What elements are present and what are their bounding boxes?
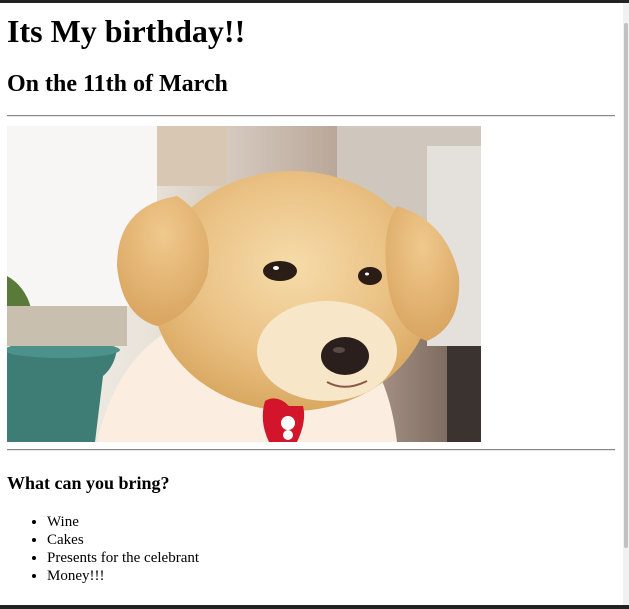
bring-list: Wine Cakes Presents for the celebrant Mo… bbox=[29, 513, 199, 585]
list-item: Wine bbox=[47, 513, 199, 531]
bring-heading: What can you bring? bbox=[7, 473, 170, 493]
list-item: Money!!! bbox=[47, 567, 199, 585]
horizontal-rule bbox=[7, 115, 615, 117]
page-title: Its My birthday!! bbox=[7, 13, 246, 49]
puppy-photo bbox=[7, 126, 481, 442]
list-item: Presents for the celebrant bbox=[47, 549, 199, 567]
window-bottom-border bbox=[0, 605, 629, 609]
page-subtitle: On the 11th of March bbox=[7, 71, 228, 97]
vertical-scrollbar[interactable] bbox=[623, 3, 629, 605]
horizontal-rule bbox=[7, 449, 615, 451]
scrollbar-thumb[interactable] bbox=[624, 23, 628, 548]
list-item: Cakes bbox=[47, 531, 199, 549]
window-top-border bbox=[0, 0, 629, 3]
